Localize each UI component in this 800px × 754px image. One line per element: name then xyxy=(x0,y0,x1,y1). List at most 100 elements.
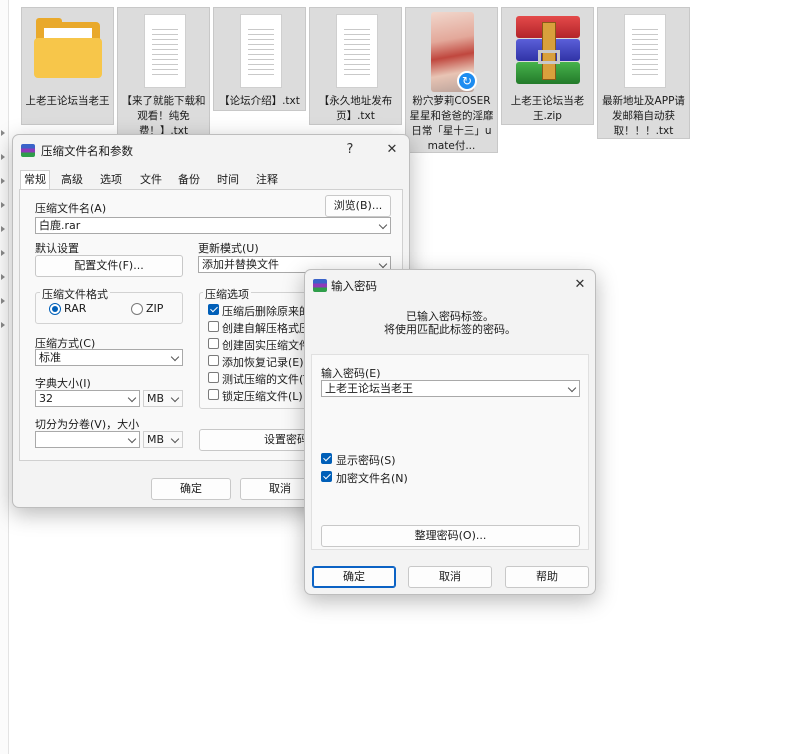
tab-comment[interactable]: 注释 xyxy=(252,171,282,189)
option-label: 测试压缩的文件(T) xyxy=(222,373,315,386)
file-name: 上老王论坛当老王.zip xyxy=(510,95,585,122)
split-volumes-label: 切分为分卷(V)，大小 xyxy=(35,418,140,431)
file-name: 【论坛介绍】.txt xyxy=(219,95,300,107)
chevron-down-icon[interactable] xyxy=(170,434,180,444)
dictionary-unit-combobox[interactable]: MB xyxy=(143,390,183,407)
expand-arrow-icon[interactable] xyxy=(1,322,5,328)
close-icon[interactable]: ✕ xyxy=(571,276,589,294)
file-item-txt[interactable]: 【来了就能下载和观看！纯免费！】.txt xyxy=(117,7,210,141)
chevron-down-icon[interactable] xyxy=(378,259,388,269)
dictionary-size-label: 字典大小(I) xyxy=(35,377,91,390)
password-combobox[interactable]: 上老王论坛当老王 xyxy=(321,380,580,397)
archive-format-label: 压缩文件格式 xyxy=(40,286,110,302)
file-name: 【永久地址发布页】.txt xyxy=(318,95,393,122)
winrar-archive-icon xyxy=(502,8,595,92)
dialog-title: 压缩文件名和参数 xyxy=(41,144,133,158)
create-solid-checkbox[interactable] xyxy=(208,338,219,349)
chevron-down-icon[interactable] xyxy=(170,393,180,403)
file-item-video[interactable]: ↻ 粉穴萝莉COSER星星和爸爸的淫靡日常「星十三」umate付... xyxy=(405,7,498,153)
tab-files[interactable]: 文件 xyxy=(136,171,166,189)
archive-name-combobox[interactable]: 白鹿.rar xyxy=(35,217,391,234)
winrar-app-icon xyxy=(313,279,327,292)
navigation-pane-edge xyxy=(0,0,9,754)
folder-icon xyxy=(22,8,115,92)
tab-backup[interactable]: 备份 xyxy=(174,171,204,189)
file-item-zip[interactable]: 上老王论坛当老王.zip xyxy=(501,7,594,125)
file-item-folder[interactable]: 上老王论坛当老王 xyxy=(21,7,114,125)
option-label: 添加恢复记录(E) xyxy=(222,356,304,369)
add-recovery-record-checkbox[interactable] xyxy=(208,355,219,366)
enter-password-dialog: 输入密码 ✕ 已输入密码标签。 将使用匹配此标签的密码。 输入密码(E) 上老王… xyxy=(304,269,596,595)
video-thumbnail-icon: ↻ xyxy=(406,8,499,92)
compression-method-value: 标准 xyxy=(39,351,61,364)
ok-button[interactable]: 确定 xyxy=(151,478,231,500)
format-rar-label: RAR xyxy=(64,302,87,315)
ok-button[interactable]: 确定 xyxy=(312,566,396,588)
profiles-button[interactable]: 配置文件(F)... xyxy=(35,255,183,277)
close-icon[interactable]: ✕ xyxy=(383,141,401,159)
expand-arrow-icon[interactable] xyxy=(1,298,5,304)
tab-time[interactable]: 时间 xyxy=(213,171,243,189)
show-password-checkbox[interactable] xyxy=(321,453,332,464)
default-settings-label: 默认设置 xyxy=(35,242,79,255)
password-label: 输入密码(E) xyxy=(321,367,381,380)
chevron-down-icon[interactable] xyxy=(378,220,388,230)
compression-method-combobox[interactable]: 标准 xyxy=(35,349,183,366)
winrar-app-icon xyxy=(21,144,35,157)
tab-advanced[interactable]: 高级 xyxy=(57,171,87,189)
option-label: 锁定压缩文件(L) xyxy=(222,390,303,403)
delete-after-archiving-checkbox[interactable] xyxy=(208,304,219,315)
file-name: 【来了就能下载和观看！纯免费！】.txt xyxy=(121,95,206,137)
archive-dialog-titlebar[interactable]: 压缩文件名和参数 ? ✕ xyxy=(13,135,409,166)
tab-options[interactable]: 选项 xyxy=(96,171,126,189)
chevron-down-icon[interactable] xyxy=(127,434,137,444)
password-value: 上老王论坛当老王 xyxy=(325,382,413,395)
show-password-label: 显示密码(S) xyxy=(336,454,396,467)
expand-arrow-icon[interactable] xyxy=(1,274,5,280)
text-file-icon xyxy=(214,8,307,92)
chevron-down-icon[interactable] xyxy=(170,352,180,362)
split-unit-value: MB xyxy=(147,433,165,446)
tab-general[interactable]: 常规 xyxy=(20,170,50,190)
expand-arrow-icon[interactable] xyxy=(1,130,5,136)
file-item-txt[interactable]: 【永久地址发布页】.txt xyxy=(309,7,402,125)
test-archived-files-checkbox[interactable] xyxy=(208,372,219,383)
update-mode-value: 添加并替换文件 xyxy=(202,258,279,271)
lock-archive-checkbox[interactable] xyxy=(208,389,219,400)
help-button[interactable]: 帮助 xyxy=(505,566,589,588)
expand-arrow-icon[interactable] xyxy=(1,202,5,208)
help-icon[interactable]: ? xyxy=(341,141,359,159)
chevron-down-icon[interactable] xyxy=(567,383,577,393)
file-item-txt[interactable]: 最新地址及APP请发邮箱自动获取！！！.txt xyxy=(597,7,690,139)
file-name: 最新地址及APP请发邮箱自动获取！！！.txt xyxy=(602,95,685,137)
split-unit-combobox[interactable]: MB xyxy=(143,431,183,448)
archive-name-label: 压缩文件名(A) xyxy=(35,202,107,215)
browse-button[interactable]: 浏览(B)... xyxy=(325,195,391,217)
encrypt-file-names-label: 加密文件名(N) xyxy=(336,472,408,485)
update-mode-label: 更新模式(U) xyxy=(198,242,259,255)
chevron-down-icon[interactable] xyxy=(127,393,137,403)
dialog-title: 输入密码 xyxy=(331,279,377,293)
password-dialog-titlebar[interactable]: 输入密码 ✕ xyxy=(305,270,595,301)
create-sfx-checkbox[interactable] xyxy=(208,321,219,332)
info-text-line-2: 将使用匹配此标签的密码。 xyxy=(384,323,516,336)
text-file-icon xyxy=(598,8,691,92)
player-badge-icon: ↻ xyxy=(457,71,477,91)
dictionary-unit-value: MB xyxy=(147,392,165,405)
cancel-button[interactable]: 取消 xyxy=(408,566,492,588)
split-volumes-combobox[interactable] xyxy=(35,431,140,448)
encrypt-file-names-checkbox[interactable] xyxy=(321,471,332,482)
file-name: 粉穴萝莉COSER星星和爸爸的淫靡日常「星十三」umate付... xyxy=(409,95,494,152)
expand-arrow-icon[interactable] xyxy=(1,178,5,184)
expand-arrow-icon[interactable] xyxy=(1,154,5,160)
text-file-icon xyxy=(310,8,403,92)
dictionary-size-combobox[interactable]: 32 xyxy=(35,390,140,407)
file-item-txt[interactable]: 【论坛介绍】.txt xyxy=(213,7,306,111)
format-rar-radio[interactable] xyxy=(49,303,61,315)
format-zip-label: ZIP xyxy=(146,302,164,315)
format-zip-radio[interactable] xyxy=(131,303,143,315)
file-name: 上老王论坛当老王 xyxy=(25,95,110,107)
expand-arrow-icon[interactable] xyxy=(1,250,5,256)
expand-arrow-icon[interactable] xyxy=(1,226,5,232)
organize-passwords-button[interactable]: 整理密码(O)... xyxy=(321,525,580,547)
